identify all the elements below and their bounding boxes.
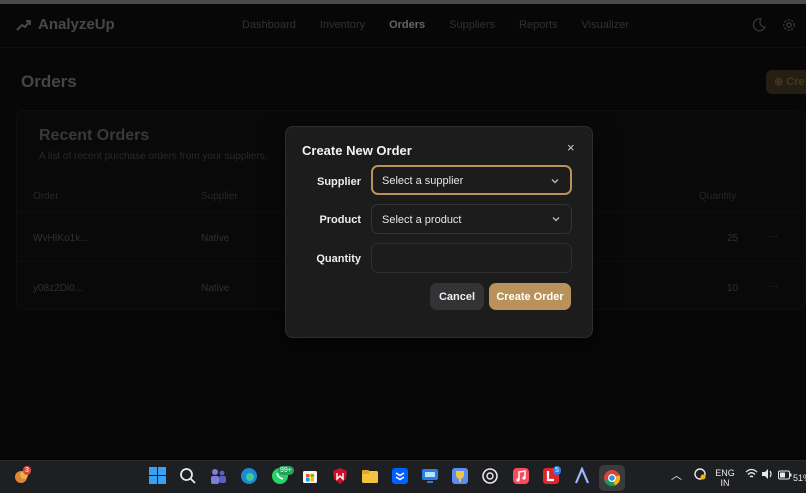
create-order-dialog: Create New Order × Supplier Select a sup… (285, 126, 593, 338)
region-text: IN (720, 478, 730, 488)
notification-badge: 3 (23, 466, 31, 475)
remote-desktop-icon[interactable] (421, 467, 439, 490)
battery-icon[interactable] (778, 467, 792, 485)
arc-app-icon[interactable] (573, 466, 591, 490)
volume-icon[interactable] (761, 467, 774, 485)
windows-taskbar: 3 99+ 5 ︿ ENG IN 51 (0, 460, 806, 493)
supplier-label: Supplier (316, 176, 361, 188)
wifi-icon[interactable] (745, 467, 758, 485)
quantity-label: Quantity (316, 253, 361, 265)
close-icon[interactable]: × (567, 140, 575, 155)
teams-icon[interactable] (209, 467, 227, 490)
dialog-title: Create New Order (302, 143, 412, 158)
l-app-badge: 5 (553, 466, 561, 475)
cancel-button[interactable]: Cancel (430, 283, 484, 310)
trophy-app-icon[interactable] (451, 467, 469, 490)
product-select[interactable]: Select a product (371, 204, 572, 234)
whatsapp-badge: 99+ (278, 466, 294, 475)
quantity-input[interactable] (371, 243, 572, 273)
search-icon[interactable] (179, 467, 197, 490)
chrome-icon (604, 470, 621, 487)
mcafee-shield-icon[interactable] (331, 467, 349, 490)
sync-app-tray-icon[interactable] (693, 467, 707, 486)
chevron-down-icon (551, 179, 559, 184)
supplier-placeholder: Select a supplier (382, 175, 464, 187)
chevron-down-icon (552, 217, 560, 222)
battery-percentage: 51% (793, 473, 806, 483)
microsoft-store-icon[interactable] (301, 467, 319, 490)
language-text: ENG (715, 468, 735, 478)
supplier-select[interactable]: Select a supplier (371, 165, 572, 195)
create-order-submit-button[interactable]: Create Order (489, 283, 571, 310)
dropbox-icon[interactable] (391, 467, 409, 490)
file-explorer-icon[interactable] (361, 467, 379, 490)
product-label: Product (319, 214, 361, 226)
chrome-taskbar-item[interactable] (599, 465, 625, 491)
music-app-icon[interactable] (512, 467, 530, 490)
product-placeholder: Select a product (382, 214, 462, 226)
language-indicator[interactable]: ENG IN (713, 468, 737, 488)
chevron-up-icon[interactable]: ︿ (671, 467, 682, 485)
windows-start-icon[interactable] (149, 467, 166, 489)
edge-browser-icon[interactable] (240, 467, 258, 490)
chatgpt-icon[interactable] (481, 467, 499, 490)
